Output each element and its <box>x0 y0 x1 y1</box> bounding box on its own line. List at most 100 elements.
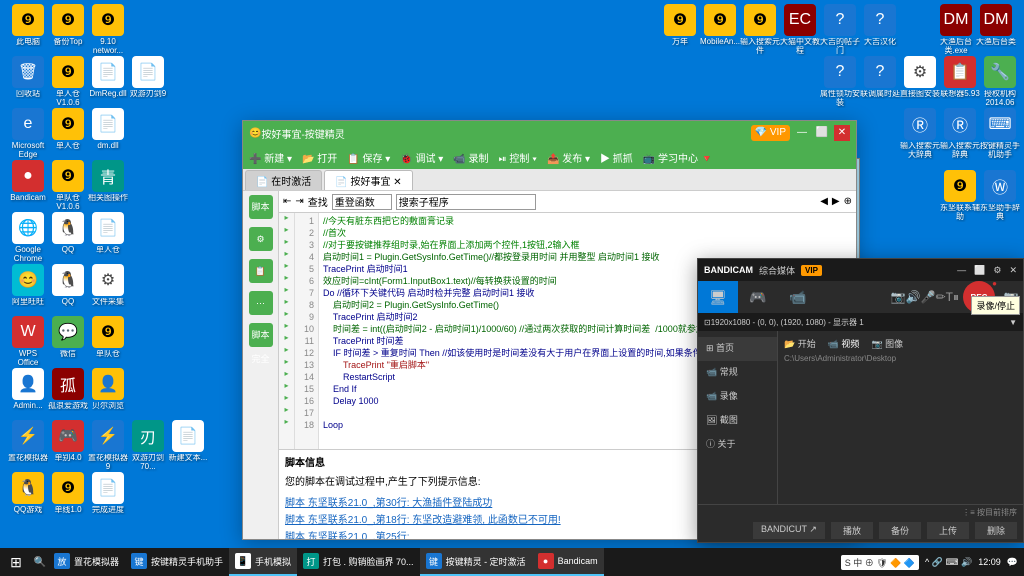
desktop-icon[interactable]: 💬微信 <box>48 316 88 359</box>
desktop-icon[interactable]: ❾MobileAn... <box>700 4 740 47</box>
desktop-icon[interactable]: ❾东坚联系辅助 <box>940 170 980 222</box>
desktop-icon[interactable]: 📄新建文本... <box>168 420 208 463</box>
desktop-icon[interactable]: ⚙文件采集 <box>88 264 128 307</box>
desktop-icon[interactable]: 🐧QQ <box>48 212 88 255</box>
nav-next-icon[interactable]: ▶ <box>832 196 840 207</box>
desktop-icon[interactable]: ❾输入搜索元件 <box>740 4 780 56</box>
desktop-icon[interactable]: 🐧QQ游戏 <box>8 472 48 515</box>
toolbar-item[interactable]: 📹 录制 <box>453 150 488 165</box>
desktop-icon[interactable]: EC大猫中文教程 <box>780 4 820 56</box>
desktop-icon[interactable]: ❾备份Top <box>48 4 88 47</box>
indent-out-icon[interactable]: ⇤ <box>283 196 291 207</box>
desktop-icon[interactable]: 刃双游刃剑70... <box>128 420 168 472</box>
bandicam-tab[interactable]: 📹 视频 <box>828 337 860 350</box>
vip-button[interactable]: 💎 VIP <box>751 125 790 141</box>
desktop-icon[interactable]: eMicrosoft Edge <box>8 108 48 160</box>
footer-button[interactable]: 播放 <box>831 522 873 539</box>
desktop-icon[interactable]: 📋联想器5.93 <box>940 56 980 99</box>
mode-button[interactable]: 📹 <box>778 281 818 313</box>
top-tool-icon[interactable]: 🎤 <box>921 290 936 304</box>
desktop-icon[interactable]: ●Bandicam <box>8 160 48 203</box>
bandicam-side-item[interactable]: 📹 录像 <box>698 385 777 409</box>
window-button[interactable]: ✕ <box>1009 265 1017 275</box>
sidebar-tool[interactable]: 📋 <box>249 259 273 283</box>
editor-tab[interactable]: 📄 在时激活 <box>245 170 322 190</box>
desktop-icon[interactable]: 👤Admin... <box>8 368 48 411</box>
bandicam-side-item[interactable]: ⓘ 关于 <box>698 433 777 457</box>
top-tool-icon[interactable]: ⏸ <box>953 290 959 304</box>
sidebar-tool[interactable]: 脚本完全 <box>249 323 273 347</box>
footer-button[interactable]: 上传 <box>927 522 969 539</box>
top-tool-icon[interactable]: ✏ <box>936 290 946 304</box>
indent-in-icon[interactable]: ⇥ <box>295 196 303 207</box>
tray-icon[interactable]: ⌨ <box>946 557 959 567</box>
desktop-icon[interactable]: ❾单人仓 V1.0.6 <box>48 56 88 108</box>
tray-icon[interactable]: ^ <box>925 557 929 567</box>
desktop-icon[interactable]: ⚡置花模拟器9 <box>88 420 128 472</box>
tray-icon[interactable]: 🔗 <box>932 557 943 567</box>
desktop-icon[interactable]: 😊阿里旺旺 <box>8 264 48 307</box>
sidebar-tool[interactable]: ⚙ <box>249 227 273 251</box>
desktop-icon[interactable]: 青相关图操作 <box>88 160 128 203</box>
sort-link[interactable]: ⋮≡ 按目前排序 <box>962 507 1017 518</box>
mode-button[interactable]: 🎮 <box>738 281 778 313</box>
bandicam-side-item[interactable]: 📹 常规 <box>698 361 777 385</box>
desktop-icon[interactable]: Ⓡ输入搜索元辞典 <box>940 108 980 160</box>
footer-button[interactable]: 删除 <box>975 522 1017 539</box>
desktop-icon[interactable]: DM大渔后台类.exe <box>936 4 976 56</box>
desktop-icon[interactable]: Ⓦ东坚助手辞典 <box>980 170 1020 222</box>
toolbar-item[interactable]: ➕ 新建 ▾ <box>249 150 292 165</box>
desktop-icon[interactable]: 📄双游刃剑9 <box>128 56 168 99</box>
bandicam-side-item[interactable]: 🖼 截图 <box>698 409 777 433</box>
sidebar-tool[interactable]: ⋯ <box>249 291 273 315</box>
desktop-icon[interactable]: WWPS Office <box>8 316 48 368</box>
desktop-icon[interactable]: 📄完成进度 <box>88 472 128 515</box>
window-button[interactable]: ⬜ <box>974 265 985 275</box>
top-tool-icon[interactable]: T <box>946 290 953 304</box>
desktop-icon[interactable]: 👤贝尔浏览 <box>88 368 128 411</box>
tray-icon[interactable]: 🔊 <box>961 557 972 567</box>
desktop-icon[interactable]: ?属性锁功安装 <box>820 56 860 108</box>
desktop-icon[interactable]: 🎮单别4.0 <box>48 420 88 463</box>
desktop-icon[interactable]: 📄单人仓 <box>88 212 128 255</box>
minimize-button[interactable]: — <box>794 125 810 141</box>
top-tool-icon[interactable]: 📷 <box>891 290 906 304</box>
nav-add-icon[interactable]: ⊕ <box>844 196 852 207</box>
taskbar-item[interactable]: 键按键精灵手机助手 <box>125 548 229 576</box>
desktop-icon[interactable]: Ⓡ输入搜索元大辞典 <box>900 108 940 160</box>
footer-button[interactable]: 备份 <box>879 522 921 539</box>
taskbar-item[interactable]: 键按键精灵 - 定时激活 <box>420 548 532 576</box>
toolbar-item[interactable]: 📂 打开 <box>302 150 337 165</box>
taskbar-item[interactable]: ●Bandicam <box>532 548 604 576</box>
desktop-icon[interactable]: ⌨按键精灵手机助手 <box>980 108 1020 160</box>
taskbar-item[interactable]: 放置花模拟器 <box>48 548 125 576</box>
ime-indicator[interactable]: S 中 ⊕ 🛡 🔶 🔷 <box>841 555 919 570</box>
start-button[interactable]: ⊞ <box>0 548 32 576</box>
desktop-icon[interactable]: ?大吉的帖子门 <box>820 4 860 56</box>
info-dropdown-icon[interactable]: ▼ <box>1009 318 1017 327</box>
nav-prev-icon[interactable]: ◀ <box>820 196 828 207</box>
desktop-icon[interactable]: ❾单线1.0 <box>48 472 88 515</box>
desktop-icon[interactable]: ?大吉汉化 <box>860 4 900 47</box>
close-button[interactable]: ✕ <box>834 125 850 141</box>
bandicut-button[interactable]: BANDICUT ↗ <box>753 522 825 539</box>
maximize-button[interactable]: ⬜ <box>814 125 830 141</box>
toolbar-item[interactable]: 📋 保存 ▾ <box>347 150 390 165</box>
toolbar-item[interactable]: ⏯ 控制 ▾ <box>499 150 537 165</box>
desktop-icon[interactable]: 🌐Google Chrome <box>8 212 48 264</box>
taskbar-item[interactable]: 打打包 . 购销脸画界 70... <box>297 548 420 576</box>
target-icon[interactable]: ⊡ <box>704 318 711 327</box>
window-button[interactable]: ⚙ <box>993 265 1001 275</box>
taskbar-item[interactable]: 📱手机模拟 <box>229 548 297 576</box>
toolbar-item[interactable]: 📺 学习中心 🔻 <box>643 150 713 165</box>
toolbar-item[interactable]: 🐞 调试 ▾ <box>400 150 443 165</box>
editor-titlebar[interactable]: 😊 按好事宜-按键精灵 💎 VIP — ⬜ ✕ <box>243 121 856 145</box>
bandicam-tab[interactable]: 📂 开始 <box>784 337 816 350</box>
desktop-icon[interactable]: ❾单队仓 V1.0.6 <box>48 160 88 212</box>
desktop-icon[interactable]: 🔧授权机构 2014.06 <box>980 56 1020 108</box>
search-icon[interactable]: 🔍 <box>32 548 48 576</box>
desktop-icon[interactable]: DM大渔后台类 <box>976 4 1016 47</box>
desktop-icon[interactable]: 孤孤浪爱游戏 <box>48 368 88 411</box>
clock[interactable]: 12:09 <box>978 557 1001 567</box>
desktop-icon[interactable]: ❾9.10 networ... <box>88 4 128 56</box>
